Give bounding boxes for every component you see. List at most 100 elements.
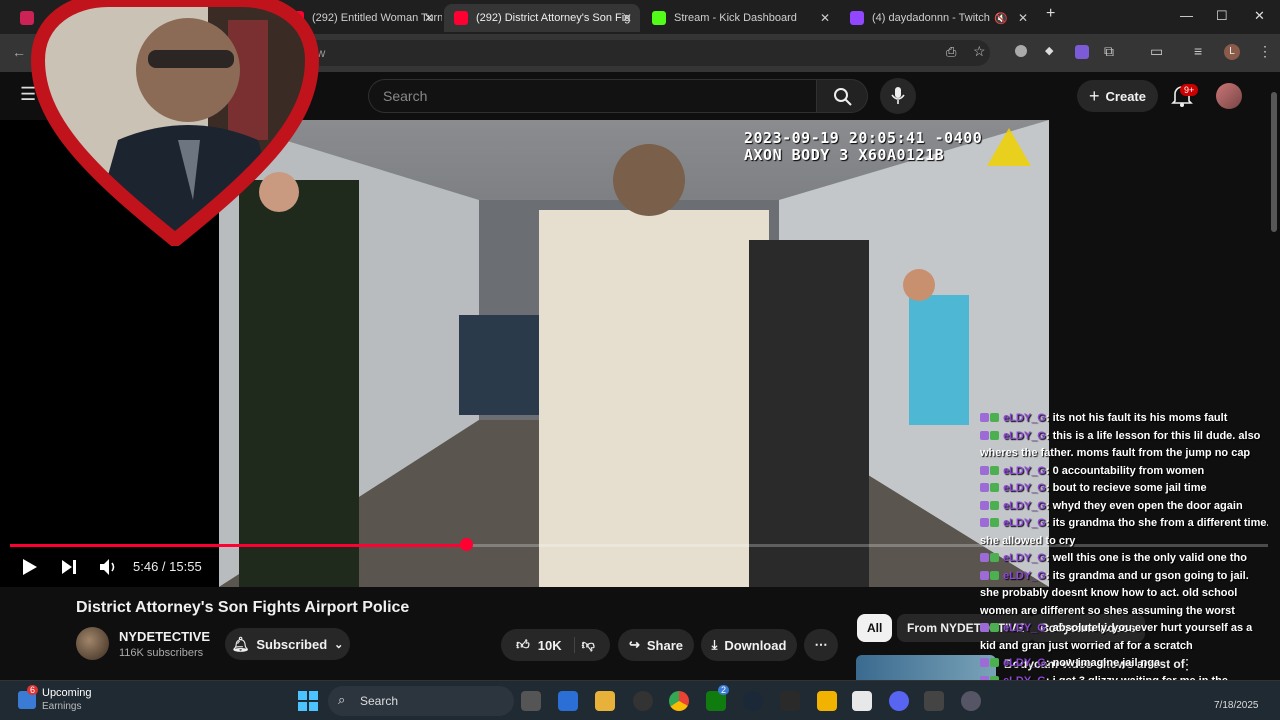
chat-message: eLDY_G: its not his fault its his moms f… [980, 410, 1270, 428]
widget-subtitle: Earnings [42, 701, 82, 712]
like-button[interactable]: 👍︎ 10K [516, 637, 575, 653]
chat-badge-icon [980, 553, 989, 562]
chat-username: eLDY_G [1003, 412, 1046, 424]
bookmark-star-icon[interactable]: ☆ [973, 43, 986, 60]
account-avatar[interactable] [1216, 83, 1242, 109]
time-display: 5:46 / 15:55 [133, 559, 202, 574]
close-tab-icon[interactable]: ✕ [1018, 11, 1028, 25]
store-icon[interactable] [558, 691, 578, 711]
tab-kick[interactable]: Stream - Kick Dashboard ✕ [642, 4, 838, 32]
puzzle-icon[interactable]: ⧉ [1104, 43, 1114, 60]
chat-username: eLDY_G [1003, 482, 1046, 494]
more-actions-button[interactable]: ⋯ [804, 629, 838, 661]
chat-message: eLDY_G: its grandma tho she from a diffe… [980, 515, 1270, 550]
chevron-down-icon: ⌄ [334, 638, 344, 651]
install-icon[interactable]: ⎙ [946, 44, 956, 60]
youtube-icon [454, 11, 468, 25]
settings-icon[interactable] [961, 691, 981, 711]
widget-title[interactable]: Upcoming [42, 687, 92, 699]
extension-icon[interactable] [1015, 45, 1027, 57]
chat-badge-icon [990, 518, 999, 527]
mute-icon[interactable]: 🔇 [994, 12, 1008, 25]
chat-message: eLDY_G: well this one is the only valid … [980, 550, 1270, 568]
tab-label: (4) daydadonnn - Twitch [872, 12, 990, 24]
chat-text: : whyd they even open the door again [1045, 499, 1243, 512]
chat-username: eLDY_G [1003, 429, 1046, 442]
share-icon: ↪ [628, 637, 640, 652]
next-icon[interactable] [60, 558, 78, 576]
subscribed-button[interactable]: 🔔︎ Subscribed ⌄ [225, 628, 350, 660]
kick-icon [652, 11, 666, 25]
close-window-button[interactable]: ✕ [1254, 8, 1265, 24]
chat-badge-icon [990, 465, 999, 475]
chat-badge-icon [980, 413, 989, 422]
chat-badge-icon [990, 570, 999, 580]
media-icon[interactable]: ≡ [1194, 43, 1202, 59]
hud-datetime: 2023-09-19 20:05:41 -0400 [744, 129, 983, 147]
app-icon[interactable] [924, 691, 944, 711]
widget-badge: 6 [27, 685, 39, 695]
windows-taskbar: 6 Upcoming Earnings ⌕ Search 2 7/18/2025 [0, 680, 1280, 720]
related-video-thumbnail[interactable] [856, 655, 996, 680]
create-button[interactable]: + Create [1077, 80, 1158, 112]
play-icon[interactable] [20, 558, 38, 576]
task-view-icon[interactable] [521, 691, 541, 711]
extension-icon[interactable] [1075, 45, 1089, 59]
chat-badge-icon [980, 570, 989, 580]
minimize-button[interactable]: — [1180, 8, 1193, 23]
steam-icon[interactable] [743, 691, 763, 711]
address-bar[interactable]: ow [300, 40, 990, 66]
extension-icon[interactable]: ◆ [1045, 44, 1053, 57]
tab-active[interactable]: (292) District Attorney's Son Fig ✕ [444, 4, 640, 32]
chat-badge-icon [980, 430, 989, 440]
chat-badge-icon [990, 658, 999, 667]
chat-username: eLDY_G [1003, 569, 1046, 582]
search-input[interactable]: Search [368, 79, 816, 113]
store-badge: 2 [718, 685, 730, 695]
streamer-webcam-overlay [30, 0, 320, 246]
channel-avatar[interactable] [76, 627, 109, 660]
chat-text: : now imagine jail nga [1045, 657, 1161, 669]
voice-search-button[interactable] [880, 78, 916, 114]
chip-all[interactable]: All [857, 614, 893, 642]
windows-start-icon[interactable] [298, 691, 318, 711]
sidebar-icon[interactable]: ▭ [1150, 43, 1163, 60]
chat-text: : its not his fault its his moms fault [1045, 412, 1228, 424]
channel-name[interactable]: NYDETECTIVE [119, 629, 210, 644]
maximize-button[interactable]: ☐ [1216, 8, 1228, 24]
chat-badge-icon [990, 500, 999, 510]
chat-badge-icon [990, 430, 999, 440]
video-frame[interactable] [219, 120, 1049, 587]
close-tab-icon[interactable]: ✕ [820, 11, 830, 25]
chat-text: : bout to recieve some jail time [1045, 482, 1207, 494]
chat-username: eLDY_G [1003, 657, 1046, 669]
share-button[interactable]: ↪ Share [618, 629, 694, 661]
epic-games-icon[interactable] [780, 691, 800, 711]
profile-icon[interactable]: L [1224, 44, 1240, 60]
microphone-icon [891, 87, 905, 104]
bodycam-timestamp-overlay: 2023-09-19 20:05:41 -0400 AXON BODY 3 X6… [744, 130, 982, 164]
chrome-icon[interactable] [669, 691, 689, 711]
download-button[interactable]: ⤓ Download [701, 629, 797, 661]
discord-icon[interactable] [889, 691, 909, 711]
scrollbar-thumb[interactable] [1271, 92, 1277, 232]
close-tab-icon[interactable]: ✕ [622, 11, 632, 25]
obs-icon[interactable] [633, 691, 653, 711]
back-arrow-icon[interactable]: ← [12, 44, 26, 60]
chat-username: eLDY_G [1003, 552, 1046, 564]
calculator-icon[interactable] [852, 691, 872, 711]
thumbs-up-icon: 👍︎ [516, 637, 530, 652]
new-tab-button[interactable]: + [1046, 5, 1055, 23]
thumbs-down-icon[interactable]: 👎︎ [582, 637, 595, 653]
file-explorer-icon[interactable] [595, 691, 615, 711]
volume-icon[interactable] [98, 557, 118, 577]
rockstar-icon[interactable] [817, 691, 837, 711]
tab-twitch[interactable]: (4) daydadonnn - Twitch 🔇 ✕ [840, 4, 1036, 32]
search-icon [834, 88, 852, 106]
chat-badge-icon [990, 483, 999, 492]
stream-chat-overlay: eLDY_G: its not his fault its his moms f… [980, 410, 1270, 720]
close-tab-icon[interactable]: ✕ [424, 11, 434, 25]
taskbar-search-box[interactable]: ⌕ Search [328, 686, 514, 716]
menu-icon[interactable]: ⋮ [1258, 43, 1272, 60]
search-button[interactable] [816, 79, 868, 113]
